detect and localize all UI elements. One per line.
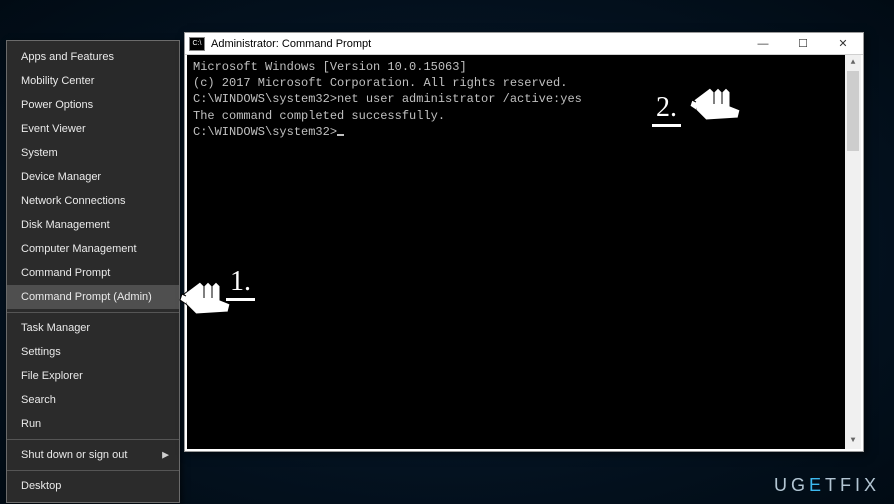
menu-item-label: File Explorer (21, 370, 83, 382)
menu-item-label: Settings (21, 346, 61, 358)
menu-item-label: Computer Management (21, 243, 137, 255)
menu-item-label: Task Manager (21, 322, 90, 334)
menu-item-mobility-center[interactable]: Mobility Center (7, 69, 179, 93)
scroll-thumb[interactable] (847, 71, 859, 151)
window-title: Administrator: Command Prompt (211, 38, 743, 50)
menu-item-command-prompt-admin[interactable]: Command Prompt (Admin) (7, 285, 179, 309)
console-line: C:\WINDOWS\system32>net user administrat… (193, 91, 855, 107)
watermark: UGETFIX (774, 475, 880, 496)
menu-item-device-manager[interactable]: Device Manager (7, 165, 179, 189)
minimize-icon: — (758, 38, 769, 50)
menu-item-label: Power Options (21, 99, 93, 111)
menu-item-run[interactable]: Run (7, 412, 179, 436)
menu-item-disk-management[interactable]: Disk Management (7, 213, 179, 237)
menu-item-search[interactable]: Search (7, 388, 179, 412)
menu-item-label: Command Prompt (Admin) (21, 291, 152, 303)
console-line: (c) 2017 Microsoft Corporation. All righ… (193, 75, 855, 91)
menu-item-file-explorer[interactable]: File Explorer (7, 364, 179, 388)
console-prompt-text: C:\WINDOWS\system32> (193, 125, 337, 139)
console-prompt-line: C:\WINDOWS\system32> (193, 124, 855, 140)
console-cursor (337, 134, 344, 136)
menu-item-command-prompt[interactable]: Command Prompt (7, 261, 179, 285)
cmd-icon: C:\ (189, 37, 205, 51)
menu-item-system[interactable]: System (7, 141, 179, 165)
minimize-button[interactable]: — (743, 33, 783, 55)
watermark-mid: E (809, 475, 825, 495)
menu-item-apps-and-features[interactable]: Apps and Features (7, 45, 179, 69)
menu-separator (7, 470, 179, 471)
maximize-icon: ☐ (798, 37, 808, 50)
close-button[interactable]: ✕ (823, 33, 863, 55)
close-icon: ✕ (838, 37, 847, 50)
command-prompt-window[interactable]: C:\ Administrator: Command Prompt — ☐ ✕ … (184, 32, 864, 452)
menu-item-label: Shut down or sign out (21, 449, 127, 461)
menu-item-network-connections[interactable]: Network Connections (7, 189, 179, 213)
menu-item-label: Device Manager (21, 171, 101, 183)
menu-item-settings[interactable]: Settings (7, 340, 179, 364)
menu-item-desktop[interactable]: Desktop (7, 474, 179, 498)
menu-item-task-manager[interactable]: Task Manager (7, 316, 179, 340)
console-scrollbar[interactable]: ▲ ▼ (845, 55, 861, 449)
menu-item-label: Apps and Features (21, 51, 114, 63)
menu-item-label: Event Viewer (21, 123, 86, 135)
maximize-button[interactable]: ☐ (783, 33, 823, 55)
menu-item-label: Mobility Center (21, 75, 94, 87)
winx-menu[interactable]: Apps and Features Mobility Center Power … (6, 40, 180, 503)
menu-item-event-viewer[interactable]: Event Viewer (7, 117, 179, 141)
menu-item-label: Disk Management (21, 219, 110, 231)
menu-item-label: System (21, 147, 58, 159)
menu-item-shut-down-or-sign-out[interactable]: Shut down or sign out ▶ (7, 443, 179, 467)
console-line: Microsoft Windows [Version 10.0.15063] (193, 59, 855, 75)
menu-item-computer-management[interactable]: Computer Management (7, 237, 179, 261)
chevron-right-icon: ▶ (162, 450, 169, 461)
watermark-post: TFIX (825, 475, 880, 495)
menu-item-label: Command Prompt (21, 267, 110, 279)
menu-item-power-options[interactable]: Power Options (7, 93, 179, 117)
scroll-up-button[interactable]: ▲ (845, 55, 861, 71)
menu-item-label: Search (21, 394, 56, 406)
watermark-pre: UG (774, 475, 809, 495)
menu-item-label: Run (21, 418, 41, 430)
menu-item-label: Desktop (21, 480, 61, 492)
menu-item-label: Network Connections (21, 195, 126, 207)
console-line: The command completed successfully. (193, 108, 855, 124)
cmd-console-area[interactable]: Microsoft Windows [Version 10.0.15063] (… (185, 55, 863, 451)
scroll-down-button[interactable]: ▼ (845, 433, 861, 449)
cmd-icon-label: C:\ (193, 40, 202, 47)
menu-separator (7, 312, 179, 313)
menu-separator (7, 439, 179, 440)
cmd-titlebar[interactable]: C:\ Administrator: Command Prompt — ☐ ✕ (185, 33, 863, 55)
